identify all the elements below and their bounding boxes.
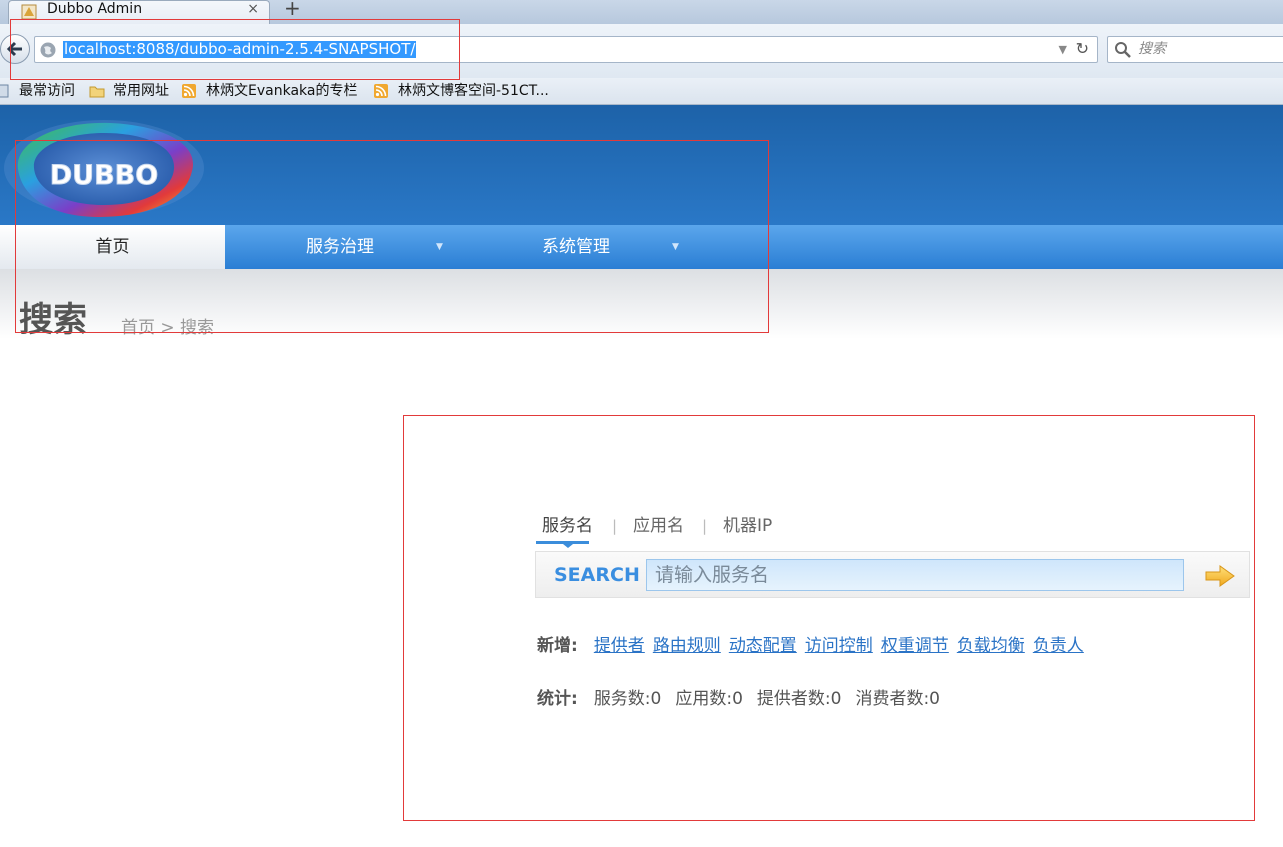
- logo-text: DUBBO: [50, 160, 158, 191]
- add-provider-link[interactable]: 提供者: [594, 636, 645, 656]
- dubbo-logo[interactable]: DUBBO: [0, 113, 210, 225]
- stats-label: 统计:: [537, 689, 578, 709]
- arrow-right-icon[interactable]: [1204, 564, 1236, 588]
- menu-system-management[interactable]: 系统管理: [542, 225, 610, 269]
- tab-separator: |: [702, 517, 708, 535]
- page-title: 搜索: [19, 300, 87, 340]
- stat-application-count: 应用数:0: [675, 689, 743, 709]
- dubbo-favicon-icon: [21, 4, 37, 20]
- address-bar[interactable]: localhost:8088/dubbo-admin-2.5.4-SNAPSHO…: [34, 36, 1098, 63]
- add-access-control-link[interactable]: 访问控制: [805, 636, 873, 656]
- add-load-balance-link[interactable]: 负载均衡: [957, 636, 1025, 656]
- tab-title: Dubbo Admin: [47, 1, 143, 17]
- search-icon: [1115, 42, 1131, 58]
- add-links-row: 新增: 提供者 路由规则 动态配置 访问控制 权重调节 负载均衡 负责人: [537, 634, 1092, 658]
- main-menu: 首页 服务治理 ▼ 系统管理 ▼: [0, 225, 1283, 269]
- bookmark-evankaka-column[interactable]: 林炳文Evankaka的专栏: [206, 82, 357, 100]
- search-input[interactable]: [646, 559, 1184, 591]
- breadcrumb: 首页 > 搜索: [121, 318, 215, 338]
- add-route-rule-link[interactable]: 路由规则: [653, 636, 721, 656]
- bookmark-most-visited[interactable]: 最常访问: [19, 82, 75, 100]
- dropdown-arrow-icon[interactable]: ▼: [1059, 41, 1067, 58]
- back-arrow-icon: [6, 41, 22, 57]
- folder-icon: [89, 86, 105, 98]
- bookmark-51cto-blog[interactable]: 林炳文博客空间-51CT...: [398, 82, 549, 100]
- add-dynamic-config-link[interactable]: 动态配置: [729, 636, 797, 656]
- search-label: SEARCH: [554, 564, 640, 586]
- site-header: DUBBO: [0, 105, 1283, 225]
- browser-search-box[interactable]: 搜索: [1107, 36, 1283, 63]
- stats-row: 统计: 服务数:0 应用数:0 提供者数:0 消费者数:0: [537, 687, 954, 711]
- close-tab-icon[interactable]: ×: [247, 1, 259, 18]
- stat-service-count: 服务数:0: [593, 689, 662, 709]
- add-label: 新增:: [537, 636, 578, 656]
- browser-tabbar: Dubbo Admin × +: [0, 0, 1283, 24]
- search-panel: SEARCH: [535, 551, 1250, 598]
- reload-icon[interactable]: ↻: [1076, 39, 1089, 59]
- browser-tab[interactable]: Dubbo Admin ×: [8, 0, 270, 24]
- bookmarks-bar: 最常访问 常用网址 林炳文Evankaka的专栏 林炳文博客空间-51CT...: [0, 78, 1283, 105]
- tab-separator: |: [612, 517, 618, 535]
- rss-feed-icon: [182, 84, 196, 98]
- back-button[interactable]: [0, 34, 30, 64]
- dropdown-arrow-icon[interactable]: ▼: [672, 225, 679, 269]
- bookmark-page-icon: [0, 84, 9, 98]
- add-owner-link[interactable]: 负责人: [1033, 636, 1084, 656]
- new-tab-icon[interactable]: +: [284, 0, 301, 18]
- annotation-box-search: [403, 415, 1255, 821]
- tab-service-name[interactable]: 服务名: [542, 514, 593, 538]
- browser-navbar: localhost:8088/dubbo-admin-2.5.4-SNAPSHO…: [0, 24, 1283, 78]
- bookmark-common-sites[interactable]: 常用网址: [113, 82, 169, 100]
- globe-icon: [40, 42, 56, 58]
- tab-machine-ip[interactable]: 机器IP: [723, 514, 772, 538]
- menu-service-governance[interactable]: 服务治理: [306, 225, 374, 269]
- browser-search-placeholder: 搜索: [1138, 41, 1166, 57]
- dropdown-arrow-icon[interactable]: ▼: [436, 225, 443, 269]
- stat-provider-count: 提供者数:0: [756, 689, 842, 709]
- stat-consumer-count: 消费者数:0: [855, 689, 940, 709]
- tab-application-name[interactable]: 应用名: [633, 514, 684, 538]
- url-text: localhost:8088/dubbo-admin-2.5.4-SNAPSHO…: [63, 40, 417, 58]
- add-weight-adjust-link[interactable]: 权重调节: [881, 636, 949, 656]
- rss-feed-icon: [374, 84, 388, 98]
- menu-home[interactable]: 首页: [0, 225, 225, 269]
- active-tab-caret: [563, 544, 573, 548]
